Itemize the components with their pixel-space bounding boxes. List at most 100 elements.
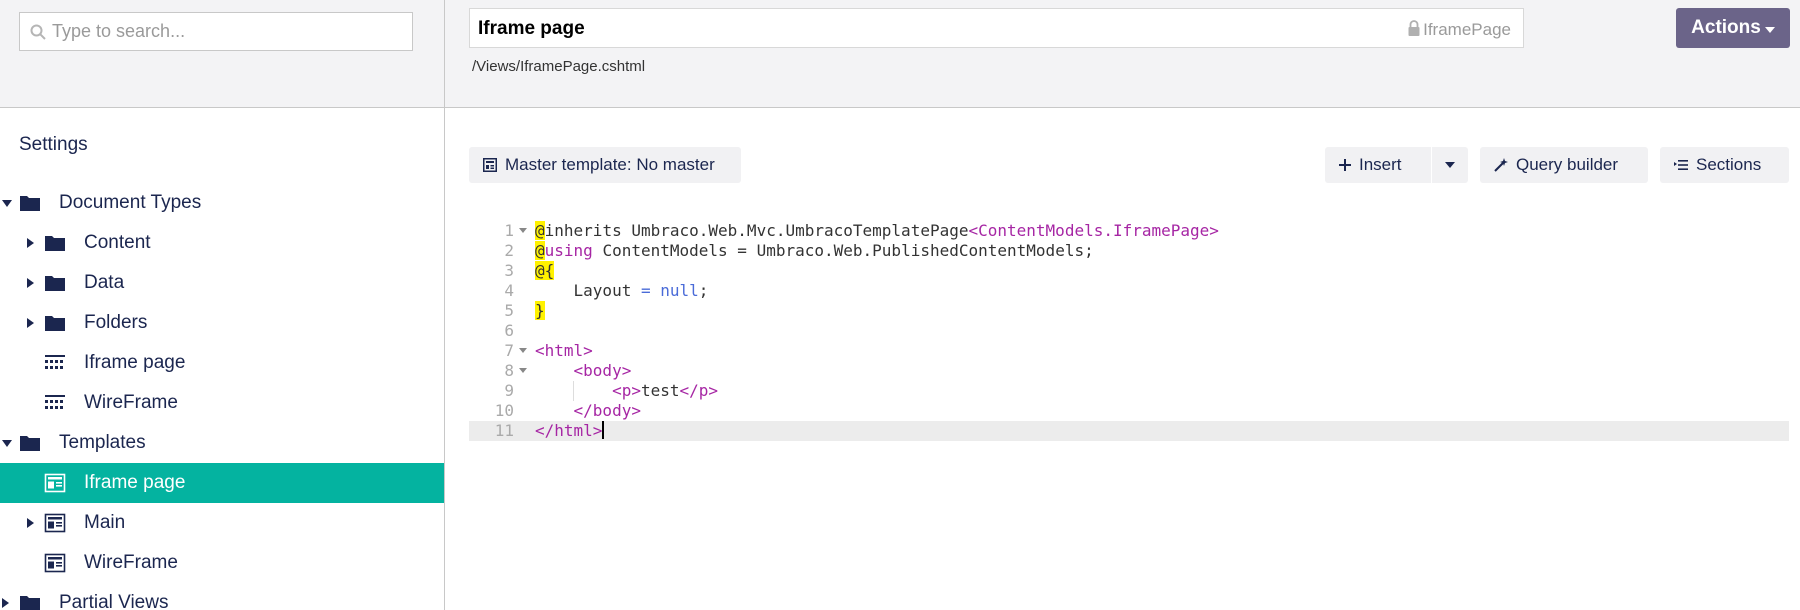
actions-button[interactable]: Actions bbox=[1676, 8, 1790, 48]
tree-item[interactable]: Document Types bbox=[0, 183, 444, 223]
line-number: 9 bbox=[504, 381, 514, 400]
caret-right-icon[interactable] bbox=[27, 278, 34, 288]
sections-label: Sections bbox=[1696, 155, 1762, 174]
lock-icon[interactable] bbox=[1407, 20, 1421, 37]
master-template-button[interactable]: Master template: No master bbox=[469, 147, 741, 183]
template-name-field[interactable]: Iframe page IframePage bbox=[469, 8, 1524, 48]
code-text[interactable]: </body> bbox=[535, 401, 641, 421]
template-path: /Views/IframePage.cshtml bbox=[472, 58, 646, 75]
document-type-icon bbox=[44, 353, 66, 373]
line-number: 11 bbox=[494, 421, 514, 440]
code-text[interactable]: <html> bbox=[535, 341, 593, 361]
tree-item-label: Iframe page bbox=[84, 352, 186, 373]
query-builder-button[interactable]: Query builder bbox=[1480, 147, 1648, 183]
tree-item[interactable]: Iframe page bbox=[0, 463, 444, 503]
settings-tree: Document Types Content Data Folders Iframe … bbox=[0, 183, 444, 610]
fold-arrow-icon[interactable] bbox=[519, 368, 527, 373]
tree-item-label: Main bbox=[84, 512, 126, 533]
code-text[interactable]: @inherits Umbraco.Web.Mvc.UmbracoTemplat… bbox=[535, 221, 1219, 241]
query-builder-label: Query builder bbox=[1516, 155, 1619, 174]
template-icon bbox=[483, 158, 497, 172]
line-number: 2 bbox=[504, 241, 514, 260]
code-text[interactable]: </html> bbox=[535, 421, 605, 441]
code-line[interactable]: 4 Layout = null; bbox=[469, 281, 1789, 301]
tree-item[interactable]: Partial Views bbox=[0, 583, 444, 610]
template-icon bbox=[44, 553, 66, 573]
chevron-down-icon bbox=[1445, 162, 1455, 168]
line-number: 6 bbox=[504, 321, 514, 340]
chevron-down-icon bbox=[1764, 26, 1775, 33]
tree-item[interactable]: Main bbox=[0, 503, 444, 543]
folder-icon bbox=[19, 433, 41, 453]
master-template-label: Master template: No master bbox=[505, 155, 715, 174]
fold-arrow-icon[interactable] bbox=[519, 348, 527, 353]
caret-right-icon[interactable] bbox=[2, 598, 9, 608]
line-number: 1 bbox=[504, 221, 514, 240]
insert-dropdown-button[interactable] bbox=[1432, 147, 1468, 183]
code-line[interactable]: 9 <p>test</p> bbox=[469, 381, 1789, 401]
search-icon bbox=[30, 24, 46, 40]
tree-item[interactable]: WireFrame bbox=[0, 543, 444, 583]
code-line[interactable]: 8 <body> bbox=[469, 361, 1789, 381]
caret-down-icon[interactable] bbox=[2, 440, 12, 447]
tree-item[interactable]: Data bbox=[0, 263, 444, 303]
code-text[interactable]: <p>test</p> bbox=[535, 381, 718, 401]
caret-right-icon[interactable] bbox=[27, 318, 34, 328]
text-cursor bbox=[602, 421, 605, 439]
tree-item[interactable]: Iframe page bbox=[0, 343, 444, 383]
document-type-icon bbox=[44, 393, 66, 413]
line-number: 8 bbox=[504, 361, 514, 380]
caret-right-icon[interactable] bbox=[27, 238, 34, 248]
actions-button-label: Actions bbox=[1691, 17, 1761, 38]
insert-label: Insert bbox=[1359, 155, 1402, 174]
folder-icon bbox=[44, 273, 66, 293]
tree-item-label: Folders bbox=[84, 312, 148, 333]
tree-item-label: Document Types bbox=[59, 192, 202, 213]
tree-item-label: Data bbox=[84, 272, 125, 293]
tree-item-label: Templates bbox=[59, 432, 146, 453]
editor-header: Iframe page IframePage /Views/IframePage… bbox=[445, 0, 1800, 108]
tree-item[interactable]: Content bbox=[0, 223, 444, 263]
section-title: Settings bbox=[19, 134, 88, 155]
code-line[interactable]: 3 @{ bbox=[469, 261, 1789, 281]
code-line[interactable]: 6 bbox=[469, 321, 1789, 341]
code-line[interactable]: 11 </html> bbox=[469, 421, 1789, 441]
template-icon bbox=[44, 513, 66, 533]
code-line[interactable]: 5} bbox=[469, 301, 1789, 321]
line-number: 10 bbox=[494, 401, 514, 420]
tree-item-label: Content bbox=[84, 232, 151, 253]
tree-item[interactable]: Templates bbox=[0, 423, 444, 463]
line-number: 3 bbox=[504, 261, 514, 280]
code-text[interactable]: @using ContentModels = Umbraco.Web.Publi… bbox=[535, 241, 1094, 261]
plus-icon bbox=[1339, 159, 1351, 171]
insert-button[interactable]: Insert bbox=[1325, 147, 1431, 183]
fold-arrow-icon[interactable] bbox=[519, 228, 527, 233]
sections-button[interactable]: Sections bbox=[1660, 147, 1789, 183]
code-text[interactable]: Layout = null; bbox=[535, 281, 709, 301]
code-text[interactable]: } bbox=[535, 301, 545, 321]
caret-right-icon[interactable] bbox=[27, 518, 34, 528]
tree-item[interactable]: WireFrame bbox=[0, 383, 444, 423]
template-name-value[interactable]: Iframe page bbox=[478, 18, 585, 40]
line-number: 7 bbox=[504, 341, 514, 360]
code-line[interactable]: 10 </body> bbox=[469, 401, 1789, 421]
code-editor[interactable]: 1 @inherits Umbraco.Web.Mvc.UmbracoTempla… bbox=[469, 221, 1789, 441]
tree-item-label: WireFrame bbox=[84, 392, 178, 413]
code-text[interactable]: @{ bbox=[535, 261, 555, 281]
template-alias: IframePage bbox=[1423, 20, 1511, 39]
caret-down-icon[interactable] bbox=[2, 200, 12, 207]
code-line[interactable]: 1 @inherits Umbraco.Web.Mvc.UmbracoTempla… bbox=[469, 221, 1789, 241]
line-number: 4 bbox=[504, 281, 514, 300]
code-text[interactable]: <body> bbox=[535, 361, 632, 381]
tree-item[interactable]: Folders bbox=[0, 303, 444, 343]
tree-item-label: WireFrame bbox=[84, 552, 178, 573]
sidebar-search-area bbox=[0, 0, 444, 108]
template-icon bbox=[44, 473, 66, 493]
folder-icon bbox=[19, 593, 41, 610]
code-line[interactable]: 2 @using ContentModels = Umbraco.Web.Publ… bbox=[469, 241, 1789, 261]
tree-item-label: Iframe page bbox=[84, 472, 186, 493]
sidebar: Settings Document Types Content Data Folder… bbox=[0, 0, 445, 610]
search-box[interactable] bbox=[19, 12, 413, 51]
search-input[interactable] bbox=[52, 13, 407, 50]
code-line[interactable]: 7 <html> bbox=[469, 341, 1789, 361]
